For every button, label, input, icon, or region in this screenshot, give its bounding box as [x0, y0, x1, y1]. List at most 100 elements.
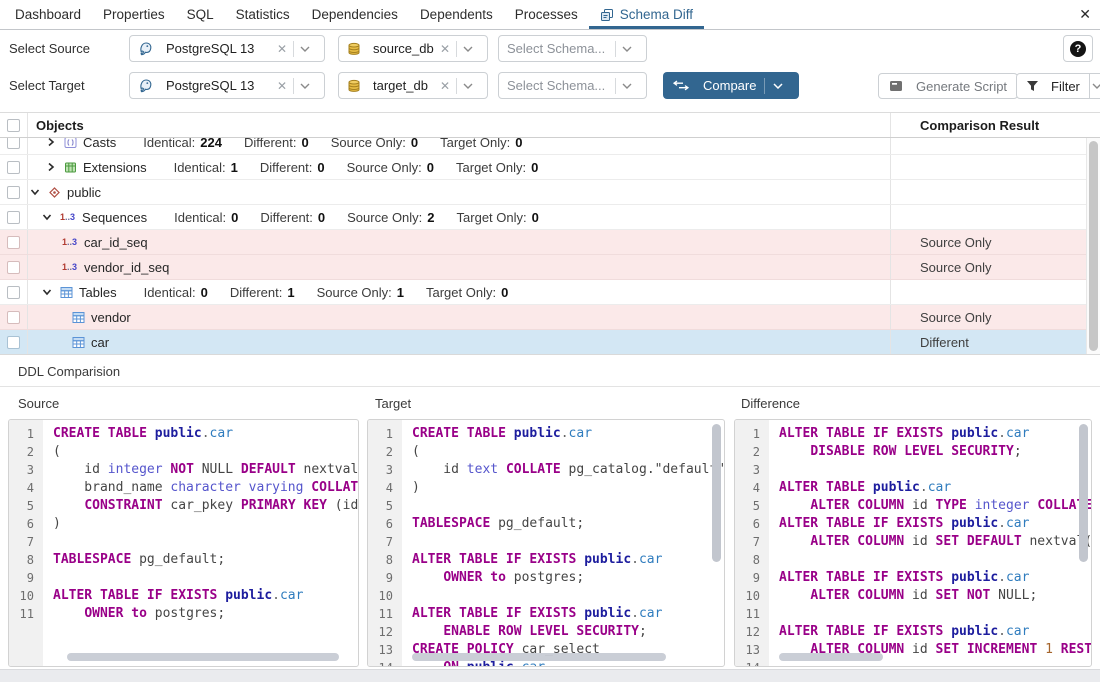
- chevron-down-icon[interactable]: [300, 46, 310, 52]
- horizontal-scrollbar-thumb[interactable]: [779, 653, 883, 661]
- tab-sql[interactable]: SQL: [176, 0, 225, 29]
- code-line: CREATE TABLE public.car: [412, 425, 724, 443]
- comparison-result-value: [890, 138, 1100, 154]
- expand-chevron-down-icon[interactable]: [42, 287, 52, 297]
- chevron-down-icon: [1092, 83, 1100, 89]
- row-tables[interactable]: TablesIdentical:0Different:1Source Only:…: [0, 280, 1100, 305]
- row-car-id-seq[interactable]: 1..3car_id_seqSource Only: [0, 230, 1100, 255]
- expand-chevron-right-icon[interactable]: [46, 138, 56, 147]
- clear-icon[interactable]: ✕: [277, 80, 287, 92]
- clear-icon[interactable]: ✕: [440, 80, 450, 92]
- source-server-value: PostgreSQL 13: [166, 41, 271, 56]
- expand-chevron-down-icon[interactable]: [42, 212, 52, 222]
- row-checkbox[interactable]: [7, 236, 20, 249]
- row-vendor[interactable]: vendorSource Only: [0, 305, 1100, 330]
- tab-schema-diff[interactable]: Schema Diff: [589, 0, 704, 29]
- tab-label: Statistics: [236, 7, 290, 22]
- clear-icon[interactable]: ✕: [440, 43, 450, 55]
- vertical-scrollbar-thumb[interactable]: [712, 424, 721, 562]
- combo-divider: [615, 78, 616, 94]
- row-vendor-id-seq[interactable]: 1..3vendor_id_seqSource Only: [0, 255, 1100, 280]
- compare-arrows-icon: [673, 80, 689, 91]
- target-server-combo[interactable]: PostgreSQL 13 ✕: [129, 72, 325, 99]
- chevron-down-icon[interactable]: [463, 46, 473, 52]
- chevron-down-icon[interactable]: [622, 46, 632, 52]
- row-extensions[interactable]: ExtensionsIdentical:1Different:0Source O…: [0, 155, 1100, 180]
- tab-label: Schema Diff: [620, 7, 693, 22]
- code-line: [779, 461, 1091, 479]
- tabs-container: DashboardPropertiesSQL Statistics Dependen…: [4, 0, 704, 29]
- row-checkbox[interactable]: [7, 138, 20, 149]
- code-line: brand_name character varying COLLATE: [53, 479, 358, 497]
- row-checkbox[interactable]: [7, 336, 20, 349]
- chevron-down-icon[interactable]: [463, 83, 473, 89]
- code-line: ALTER COLUMN id SET DEFAULT nextval(': [779, 533, 1091, 551]
- tab-statistics[interactable]: Statistics: [225, 0, 301, 29]
- tab-dependents[interactable]: Dependents: [409, 0, 504, 29]
- filter-dropdown-toggle[interactable]: [1089, 74, 1100, 98]
- tab-dashboard[interactable]: Dashboard: [4, 0, 92, 29]
- database-icon: [347, 42, 361, 56]
- code-line: ALTER TABLE IF EXISTS public.car: [779, 623, 1091, 641]
- tab-dependencies[interactable]: Dependencies: [301, 0, 409, 29]
- code-line: ALTER TABLE IF EXISTS public.car: [412, 551, 724, 569]
- target-database-combo[interactable]: target_db ✕: [338, 72, 488, 99]
- code-line: ): [412, 479, 724, 497]
- bottom-horizontal-scrollbar[interactable]: [0, 669, 1100, 682]
- code-line: (: [412, 443, 724, 461]
- row-checkbox[interactable]: [7, 311, 20, 324]
- expand-chevron-down-icon[interactable]: [30, 187, 40, 197]
- code-line: TABLESPACE pg_default;: [53, 551, 358, 569]
- code-line: ALTER TABLE IF EXISTS public.car: [412, 605, 724, 623]
- object-label: Extensions: [83, 160, 147, 175]
- scrollbar-thumb[interactable]: [1089, 141, 1098, 351]
- source-server-combo[interactable]: PostgreSQL 13 ✕: [129, 35, 325, 62]
- horizontal-scrollbar-thumb[interactable]: [412, 653, 666, 661]
- row-checkbox[interactable]: [7, 286, 20, 299]
- chevron-down-icon[interactable]: [773, 83, 783, 89]
- row-sequences[interactable]: 1..3SequencesIdentical:0Different:0Sourc…: [0, 205, 1100, 230]
- filter-button[interactable]: Filter: [1016, 73, 1100, 99]
- comparison-result-value: [890, 205, 1100, 229]
- chevron-down-icon[interactable]: [300, 83, 310, 89]
- row-checkbox[interactable]: [7, 161, 20, 174]
- row-checkbox[interactable]: [7, 261, 20, 274]
- row-checkbox[interactable]: [7, 211, 20, 224]
- combo-divider: [615, 41, 616, 57]
- code-line: [53, 533, 358, 551]
- help-button[interactable]: ?: [1063, 35, 1093, 62]
- source-schema-combo[interactable]: Select Schema...: [498, 35, 647, 62]
- object-label: car_id_seq: [84, 235, 148, 250]
- target-schema-placeholder: Select Schema...: [507, 78, 609, 93]
- horizontal-scrollbar-thumb[interactable]: [67, 653, 339, 661]
- code-line: ALTER TABLE IF EXISTS public.car: [53, 587, 358, 605]
- objects-column-header: Objects: [28, 113, 890, 137]
- tab-label: Dependencies: [312, 7, 398, 22]
- tab-processes[interactable]: Processes: [504, 0, 589, 29]
- compare-button[interactable]: Compare: [663, 72, 799, 99]
- ddl-panel-headers: Source Target Difference: [0, 387, 1100, 419]
- target-schema-combo[interactable]: Select Schema...: [498, 72, 647, 99]
- generate-script-button[interactable]: Generate Script: [878, 73, 1018, 99]
- chevron-down-icon[interactable]: [622, 83, 632, 89]
- expand-chevron-right-icon[interactable]: [46, 162, 56, 172]
- postgresql-icon: [138, 41, 154, 57]
- table-icon: [72, 311, 85, 324]
- code-line: id integer NOT NULL DEFAULT nextval(': [53, 461, 358, 479]
- code-line: CREATE TABLE public.car: [53, 425, 358, 443]
- close-icon[interactable]: ✕: [1079, 6, 1091, 22]
- object-label: public: [67, 185, 101, 200]
- comparison-grid: Objects Comparison Result CastsIdentical…: [0, 112, 1100, 355]
- row-checkbox[interactable]: [7, 186, 20, 199]
- grid-rows-viewport: CastsIdentical:224Different:0Source Only…: [0, 138, 1100, 354]
- row-public[interactable]: public: [0, 180, 1100, 205]
- grid-vertical-scrollbar[interactable]: [1086, 138, 1100, 354]
- code-line: [53, 569, 358, 587]
- select-all-checkbox[interactable]: [7, 119, 20, 132]
- row-casts[interactable]: CastsIdentical:224Different:0Source Only…: [0, 138, 1100, 155]
- clear-icon[interactable]: ✕: [277, 43, 287, 55]
- tab-properties[interactable]: Properties: [92, 0, 176, 29]
- row-car[interactable]: carDifferent: [0, 330, 1100, 354]
- source-database-combo[interactable]: source_db ✕: [338, 35, 488, 62]
- vertical-scrollbar-thumb[interactable]: [1079, 424, 1088, 562]
